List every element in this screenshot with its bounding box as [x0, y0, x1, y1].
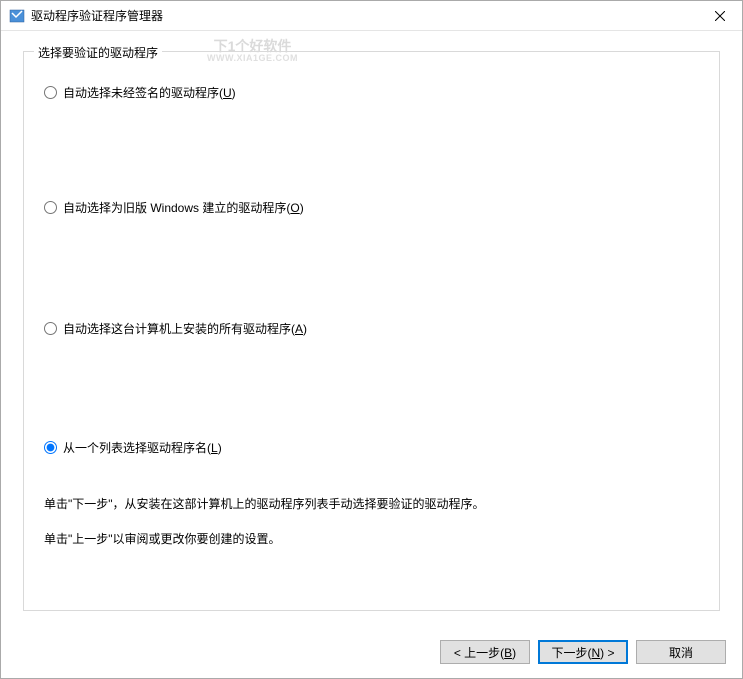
titlebar: 驱动程序验证程序管理器 [1, 1, 742, 31]
fieldset-legend: 选择要验证的驱动程序 [34, 44, 162, 61]
radio-unsigned-drivers[interactable]: 自动选择未经签名的驱动程序(U) [44, 84, 699, 101]
radio-all-input[interactable] [44, 322, 57, 335]
info-text-back: 单击"上一步"以审阅或更改你要创建的设置。 [44, 531, 699, 548]
info-text-next: 单击"下一步"，从安装在这部计算机上的驱动程序列表手动选择要验证的驱动程序。 [44, 496, 699, 513]
radio-all-label: 自动选择这台计算机上安装的所有驱动程序(A) [63, 320, 307, 337]
next-button[interactable]: 下一步(N) > [538, 640, 628, 664]
content-area: 下1个好软件 WWW.XIA1GE.COM 选择要验证的驱动程序 自动选择未经签… [1, 31, 742, 626]
radio-unsigned-label: 自动选择未经签名的驱动程序(U) [63, 84, 236, 101]
back-button[interactable]: < 上一步(B) [440, 640, 530, 664]
radio-list-label: 从一个列表选择驱动程序名(L) [63, 439, 222, 456]
radio-unsigned-input[interactable] [44, 86, 57, 99]
button-bar: < 上一步(B) 下一步(N) > 取消 [1, 626, 742, 678]
radio-list-input[interactable] [44, 441, 57, 454]
radio-select-from-list[interactable]: 从一个列表选择驱动程序名(L) [44, 439, 699, 456]
cancel-button[interactable]: 取消 [636, 640, 726, 664]
window-title: 驱动程序验证程序管理器 [31, 7, 697, 24]
radio-older-input[interactable] [44, 201, 57, 214]
driver-select-fieldset: 选择要验证的驱动程序 自动选择未经签名的驱动程序(U) 自动选择为旧版 Wind… [23, 51, 720, 611]
radio-older-windows-drivers[interactable]: 自动选择为旧版 Windows 建立的驱动程序(O) [44, 199, 699, 216]
radio-all-drivers[interactable]: 自动选择这台计算机上安装的所有驱动程序(A) [44, 320, 699, 337]
close-icon [715, 11, 725, 21]
close-button[interactable] [697, 1, 742, 30]
dialog-window: 驱动程序验证程序管理器 下1个好软件 WWW.XIA1GE.COM 选择要验证的… [0, 0, 743, 679]
app-icon [9, 8, 25, 24]
radio-older-label: 自动选择为旧版 Windows 建立的驱动程序(O) [63, 199, 304, 216]
